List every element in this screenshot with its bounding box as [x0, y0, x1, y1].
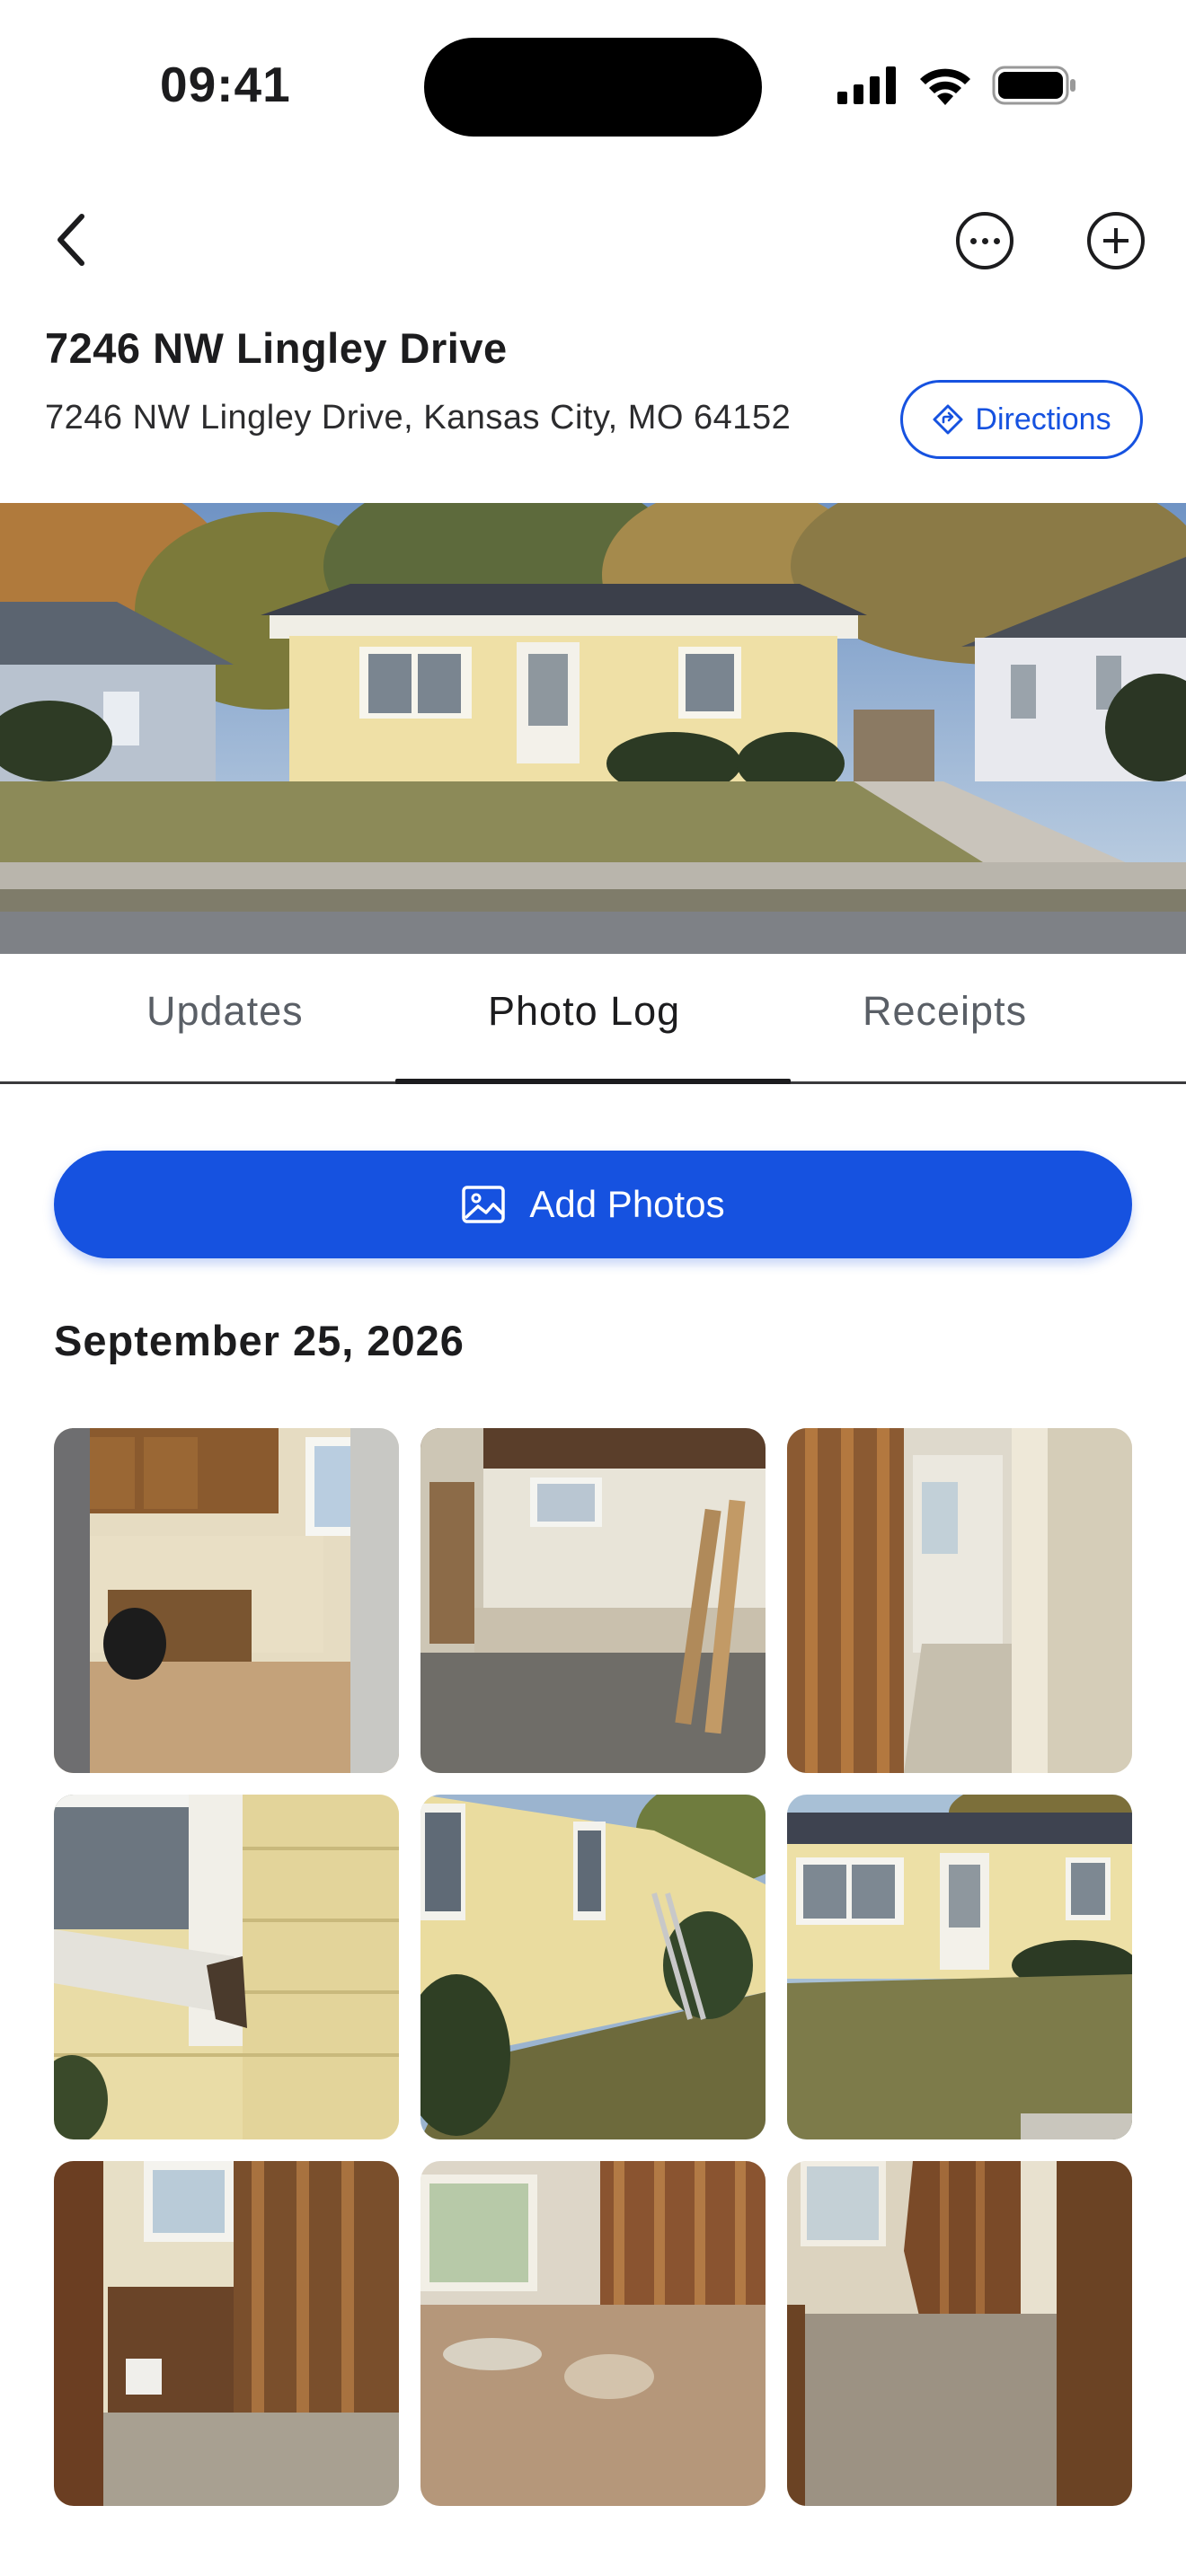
ellipsis-icon — [969, 237, 977, 244]
tab-updates[interactable]: Updates — [146, 988, 304, 1035]
directions-label: Directions — [975, 401, 1111, 437]
add-photos-button[interactable]: Add Photos — [54, 1151, 1132, 1258]
window-trim-rot-photo[interactable] — [54, 1795, 399, 2139]
bathroom-demo-photo[interactable] — [54, 2161, 399, 2506]
status-bar: 09:41 — [0, 0, 1186, 171]
cellular-signal-icon — [837, 66, 896, 104]
back-button[interactable] — [40, 208, 102, 271]
property-hero-image — [0, 503, 1186, 954]
photo-log-date: September 25, 2026 — [54, 1317, 465, 1364]
tab-photo-log[interactable]: Photo Log — [488, 988, 680, 1035]
photo-icon — [462, 1186, 506, 1223]
chevron-left-icon — [58, 214, 84, 266]
house-front-photo[interactable] — [787, 1795, 1132, 2139]
kitchen-gutted-photo[interactable] — [54, 1428, 399, 1773]
photo-grid — [54, 1428, 1132, 2506]
battery-icon — [992, 66, 1075, 105]
tab-receipts[interactable]: Receipts — [863, 988, 1027, 1035]
bedroom-closet-demo-photo[interactable] — [787, 2161, 1132, 2506]
basement-photo[interactable] — [420, 1428, 766, 1773]
property-title: 7246 NW Lingley Drive — [45, 324, 508, 372]
directions-diamond-icon — [933, 404, 963, 435]
wifi-icon — [920, 68, 970, 105]
status-icons — [837, 63, 1076, 108]
active-tab-indicator — [395, 1079, 791, 1084]
dynamic-island — [424, 38, 762, 137]
add-photos-label: Add Photos — [529, 1183, 725, 1225]
add-button[interactable] — [1087, 212, 1145, 269]
hallway-framing-photo[interactable] — [787, 1428, 1132, 1773]
directions-button[interactable]: Directions — [900, 380, 1143, 459]
status-time: 09:41 — [160, 57, 291, 112]
bedroom-demo-photo[interactable] — [420, 2161, 766, 2506]
more-options-button[interactable] — [956, 212, 1013, 269]
siding-side-yard-photo[interactable] — [420, 1795, 766, 2139]
tab-bar: Updates Photo Log Receipts — [0, 954, 1186, 1084]
property-address: 7246 NW Lingley Drive, Kansas City, MO 6… — [45, 399, 792, 437]
